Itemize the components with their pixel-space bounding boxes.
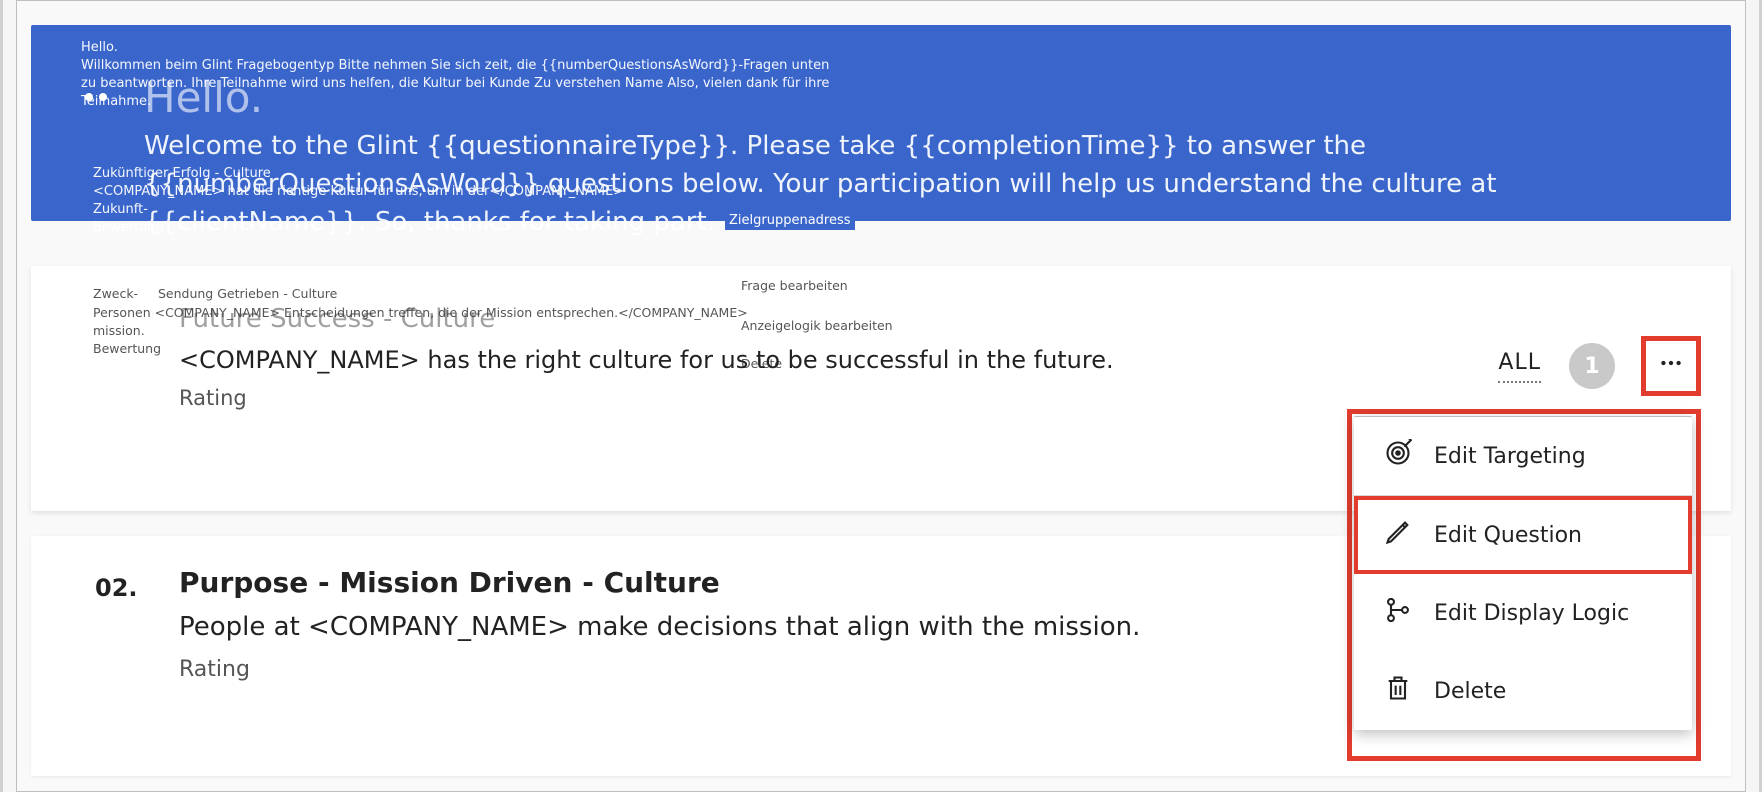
intro-meta-line2: <COMPANY_NAME> hat die richtige Kultur f… (93, 183, 831, 201)
trash-icon (1384, 674, 1412, 708)
menu-delete-label: Delete (1434, 679, 1506, 704)
branch-icon (1384, 596, 1412, 630)
menu-edit-targeting[interactable]: Edit Targeting (1354, 417, 1692, 496)
segment-count-chip[interactable]: 1 (1569, 343, 1615, 389)
intro-meta-line1: Zukünftiger Erfolg - Culture (93, 165, 831, 183)
more-actions-button[interactable] (1643, 338, 1699, 394)
more-actions-icon (1658, 350, 1684, 383)
question-1-controls: ALL 1 (1498, 338, 1699, 394)
question-2-title: Purpose - Mission Driven - Culture (179, 566, 1241, 599)
intro-banner: Hello. Willkommen beim Glint Fragebogent… (31, 25, 1731, 221)
segment-all-label[interactable]: ALL (1498, 350, 1541, 383)
menu-delete[interactable]: Delete (1354, 652, 1692, 730)
question-2-number: 02. (95, 574, 138, 602)
target-icon (1384, 439, 1412, 473)
page-frame: Hello. Willkommen beim Glint Fragebogent… (16, 0, 1746, 792)
question-1-body: Future Success - Culture <COMPANY_NAME> … (179, 304, 1241, 410)
context-menu: Edit Targeting Edit Question Edit Displa… (1354, 416, 1692, 730)
de-meta-b: Sendung Getrieben - Culture (158, 286, 337, 301)
menu-edit-display-label: Edit Display Logic (1434, 601, 1629, 626)
question-1-type: Rating (179, 386, 1241, 410)
intro-hello-en: Hello. (144, 73, 263, 122)
de-meta-a: Zweck- (93, 286, 138, 301)
drag-handle-icon[interactable] (85, 93, 107, 101)
question-1-title: Future Success - Culture (179, 304, 1241, 334)
question-2-body: Purpose - Mission Driven - Culture Peopl… (179, 566, 1241, 682)
menu-edit-question[interactable]: Edit Question (1354, 496, 1692, 574)
pencil-icon (1384, 518, 1412, 552)
menu-edit-targeting-label: Edit Targeting (1434, 444, 1586, 469)
intro-meta-de: Zukünftiger Erfolg - Culture <COMPANY_NA… (93, 165, 831, 237)
question-1-text: <COMPANY_NAME> has the right culture for… (179, 342, 1241, 378)
menu-edit-question-label: Edit Question (1434, 523, 1582, 548)
targeting-chip: Zielgruppenadress (725, 211, 855, 230)
intro-meta-line4: Bewertung (93, 219, 831, 237)
question-2-type: Rating (179, 657, 1241, 682)
intro-meta-line3: Zukunft- (93, 201, 831, 219)
intro-hello-de: Hello. (81, 39, 831, 57)
edit-question-label-de: Frage bearbeiten (741, 278, 848, 293)
question-2-text: People at <COMPANY_NAME> make decisions … (179, 607, 1241, 647)
menu-edit-display-logic[interactable]: Edit Display Logic (1354, 574, 1692, 652)
